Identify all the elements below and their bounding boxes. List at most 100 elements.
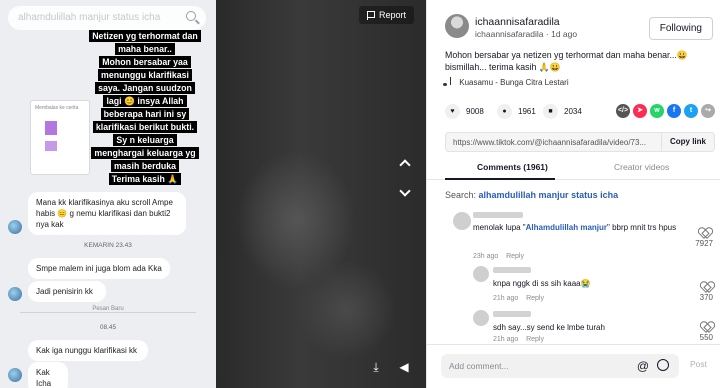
share-more-icon[interactable]: ↪ [701, 104, 715, 118]
comment-like[interactable]: 550 [700, 322, 713, 342]
tiktok-video-page: alhamdulillah manjur status icha Membala… [0, 0, 720, 388]
chat-timestamp: KEMARIN 23.43 [84, 242, 132, 249]
embed-icon[interactable]: </> [616, 104, 630, 118]
avatar [8, 287, 22, 301]
twitter-icon[interactable]: t [684, 104, 698, 118]
chevron-down-icon [399, 185, 411, 197]
overlay-line: Mohon bersabar yaa [99, 56, 191, 68]
flag-icon [366, 10, 375, 20]
overlay-line: beberapa hari ini sy [100, 108, 190, 120]
comment-text-part: " bbrp mnit trs hpus [607, 223, 677, 232]
volume-icon[interactable]: ◀ [396, 360, 412, 374]
comment-like[interactable]: 370 [700, 282, 713, 302]
mention-icon[interactable]: @ [637, 359, 649, 373]
heart-outline-icon [699, 228, 710, 238]
music-row[interactable]: Kuasamu - Bunga Citra Lestari [443, 77, 569, 87]
chat-bubble: Jadi penisirin kk [28, 281, 106, 302]
comment-count: 1961 [518, 107, 536, 116]
heart-icon: ♥ [445, 104, 460, 119]
send-icon[interactable]: ➤ [633, 104, 647, 118]
comment-highlight[interactable]: Alhamdulillah manjur [526, 223, 607, 232]
story-thumbnail-image-2 [45, 141, 57, 151]
author-row: ichaannisafaradila ichaannisafaradila · … [445, 14, 715, 44]
chat-bubble: Smpe malem ini juga blom ada Kka [28, 258, 170, 279]
like-stat[interactable]: ♥ 9008 [445, 104, 484, 119]
facebook-icon[interactable]: f [667, 104, 681, 118]
comment-input-placeholder: Add comment... [449, 361, 509, 371]
following-button[interactable]: Following [648, 17, 713, 40]
commenter-avatar[interactable] [453, 212, 471, 230]
new-messages-label: Pesan Baru [88, 306, 128, 312]
overlay-line: saya. Jangan suudzon [95, 82, 195, 94]
copy-link-button[interactable]: Copy link [660, 133, 714, 151]
reply-button[interactable]: Reply [526, 336, 544, 343]
tab-creator-videos[interactable]: Creator videos [614, 162, 669, 172]
overlay-line: menunggu klarifikasi [98, 69, 192, 81]
comment-age: 21h ago [493, 295, 519, 302]
story-thumbnail-image [45, 121, 57, 135]
video-url: https://www.tiktok.com/@ichaannisafaradi… [453, 138, 647, 147]
author-handle: ichaannisafaradila [475, 29, 544, 39]
comment-tabs: Comments (1961) Creator videos [427, 156, 720, 180]
video-caption-overlay: Netizen yg terhormat dan maha benar.. Mo… [68, 30, 216, 186]
overlay-line: maha benar.. [115, 43, 175, 55]
author-avatar[interactable] [445, 14, 469, 38]
report-button[interactable]: Report [358, 6, 414, 24]
next-video-button[interactable] [398, 185, 412, 200]
comment-like-count: 7927 [695, 239, 713, 248]
commenter-avatar[interactable] [473, 266, 489, 282]
commenter-name-redacted [493, 267, 531, 273]
copy-link-box: https://www.tiktok.com/@ichaannisafaradi… [445, 132, 715, 152]
heart-outline-icon [701, 322, 712, 332]
commenter-avatar[interactable] [473, 310, 489, 326]
comment-meta: 21h ago Reply [493, 336, 544, 343]
details-panel: ichaannisafaradila ichaannisafaradila · … [426, 0, 720, 388]
comment-text-part: menolak lupa " [473, 223, 526, 232]
emoji-icon[interactable] [657, 359, 669, 371]
comment-input[interactable]: Add comment... @ [441, 354, 679, 378]
chevron-up-icon [399, 159, 411, 171]
tab-comments[interactable]: Comments (1961) [477, 162, 548, 172]
save-count: 2034 [564, 107, 582, 116]
search-icon [186, 11, 196, 21]
comment-meta: 21h ago Reply [493, 295, 544, 302]
video-player[interactable]: Report ⤓ ◀ [216, 0, 426, 388]
heart-outline-icon [701, 282, 712, 292]
comment-like[interactable]: 7927 [695, 228, 713, 248]
post-age: · 1d ago [545, 29, 578, 39]
save-stat[interactable]: ■ 2034 [543, 104, 582, 119]
post-button[interactable]: Post [690, 359, 707, 369]
chat-bubble: Kak iga nunggu klarifikasi kk [28, 340, 148, 361]
avatar [8, 220, 22, 234]
comment-item: sdh say...sy send ke lmbe turah 21h ago … [445, 310, 715, 344]
chat-bubble: Kak Icha [28, 362, 68, 388]
commenter-name-redacted [473, 212, 523, 218]
comment-text: sdh say...sy send ke lmbe turah [493, 323, 605, 332]
comment-stat[interactable]: ● 1961 [497, 104, 536, 119]
music-title: Kuasamu - Bunga Citra Lestari [459, 78, 569, 87]
comment-text: knpa nggk di ss sih kaaa😭 [493, 279, 591, 288]
overlay-line: Sy n keluarga [113, 134, 177, 146]
related-search[interactable]: Search: alhamdulillah manjur status icha [445, 190, 618, 200]
new-messages-divider: Pesan Baru [0, 306, 216, 312]
pip-icon[interactable]: ⤓ [368, 360, 384, 374]
comment-item: menolak lupa "Alhamdulillah manjur" bbrp… [445, 210, 715, 265]
comment-age: 23h ago [473, 253, 499, 260]
bookmark-icon: ■ [543, 104, 558, 119]
author-subtitle: ichaannisafaradila · 1d ago [475, 29, 577, 39]
overlay-line: menghargai keluarga yg [91, 147, 199, 159]
overlay-line: lagi 😊 insya Allah [103, 95, 187, 107]
author-name[interactable]: ichaannisafaradila [475, 16, 560, 28]
previous-video-button[interactable] [398, 156, 412, 171]
comment-item: knpa nggk di ss sih kaaa😭 21h ago Reply … [445, 266, 715, 306]
video-frame-left[interactable]: alhamdulillah manjur status icha Membala… [0, 0, 216, 388]
whatsapp-icon[interactable]: w [650, 104, 664, 118]
avatar [8, 368, 22, 382]
reply-button[interactable]: Reply [526, 295, 544, 302]
music-note-icon [443, 77, 451, 86]
overlay-line: Netizen yg terhormat dan [89, 30, 201, 42]
reply-button[interactable]: Reply [506, 253, 524, 260]
comment-meta: 23h ago Reply [473, 253, 524, 260]
comment-like-count: 370 [699, 293, 713, 302]
related-search-prefix: Search: [445, 190, 477, 200]
